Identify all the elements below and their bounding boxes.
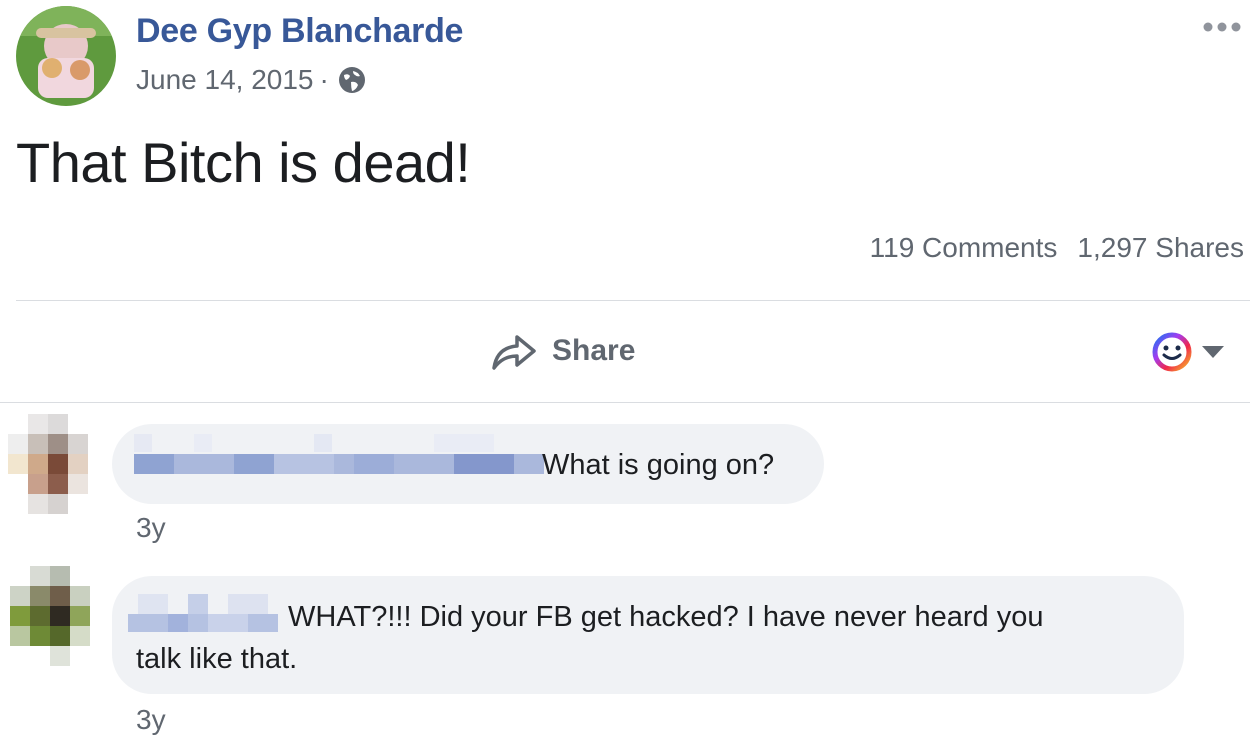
- comment-text: WHAT?!!! Did your FB get hacked? I have …: [288, 601, 1044, 633]
- comment-bubble: WHAT?!!! Did your FB get hacked? I have …: [112, 576, 1184, 694]
- divider: [16, 300, 1250, 301]
- redacted-commenter-name: [128, 594, 278, 632]
- post-stats: 119 Comments 1,297 Shares: [870, 232, 1244, 264]
- divider: [0, 402, 1250, 403]
- post-meta: June 14, 2015 ·: [136, 64, 367, 96]
- author-name[interactable]: Dee Gyp Blancharde: [136, 12, 463, 51]
- smiley-icon: [1152, 332, 1192, 372]
- commenter-avatar[interactable]: [10, 566, 98, 666]
- comments-count[interactable]: 119 Comments: [870, 232, 1058, 264]
- share-label: Share: [552, 334, 636, 367]
- post-date[interactable]: June 14, 2015: [136, 64, 314, 96]
- comment-text: What is going on?: [542, 449, 775, 481]
- post-text: That Bitch is dead!: [16, 131, 471, 194]
- meta-separator: ·: [319, 64, 329, 95]
- comment-timestamp[interactable]: 3y: [136, 704, 166, 736]
- share-arrow-icon: [492, 335, 536, 370]
- reaction-selector[interactable]: [1150, 330, 1226, 374]
- comment-bubble: What is going on?: [112, 424, 824, 504]
- comment-timestamp[interactable]: 3y: [136, 512, 166, 544]
- facebook-post: Dee Gyp Blancharde June 14, 2015 · That …: [0, 0, 1250, 756]
- author-avatar[interactable]: [16, 6, 116, 106]
- caret-down-icon: [1202, 346, 1224, 358]
- shares-count[interactable]: 1,297 Shares: [1077, 232, 1244, 264]
- comment-text-continued: talk like that.: [136, 643, 298, 675]
- globe-icon[interactable]: [337, 65, 367, 95]
- more-options-icon[interactable]: [1202, 14, 1242, 40]
- commenter-avatar[interactable]: [8, 414, 96, 514]
- redacted-commenter-name: [134, 434, 544, 474]
- share-button[interactable]: Share: [490, 326, 635, 376]
